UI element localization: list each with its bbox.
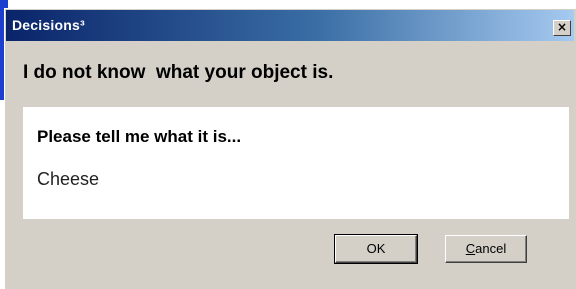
close-button[interactable]: × xyxy=(553,20,571,36)
close-icon: × xyxy=(556,20,568,34)
ok-button[interactable]: OK xyxy=(334,234,418,264)
input-prompt: Please tell me what it is... xyxy=(37,127,242,146)
cancel-button[interactable]: Cancel xyxy=(445,235,527,263)
screen: Decisions³ × I do not know what your obj… xyxy=(0,0,576,289)
cancel-label: ancel xyxy=(475,241,507,256)
dialog-window: Decisions³ × I do not know what your obj… xyxy=(4,8,576,289)
window-title: Decisions³ xyxy=(12,17,85,33)
cancel-accelerator: C xyxy=(465,241,476,256)
title-bar[interactable]: Decisions³ × xyxy=(6,10,574,41)
object-name-input[interactable] xyxy=(37,167,337,191)
dialog-message: I do not know what your object is. xyxy=(23,62,334,83)
input-panel: Please tell me what it is... xyxy=(23,107,569,219)
